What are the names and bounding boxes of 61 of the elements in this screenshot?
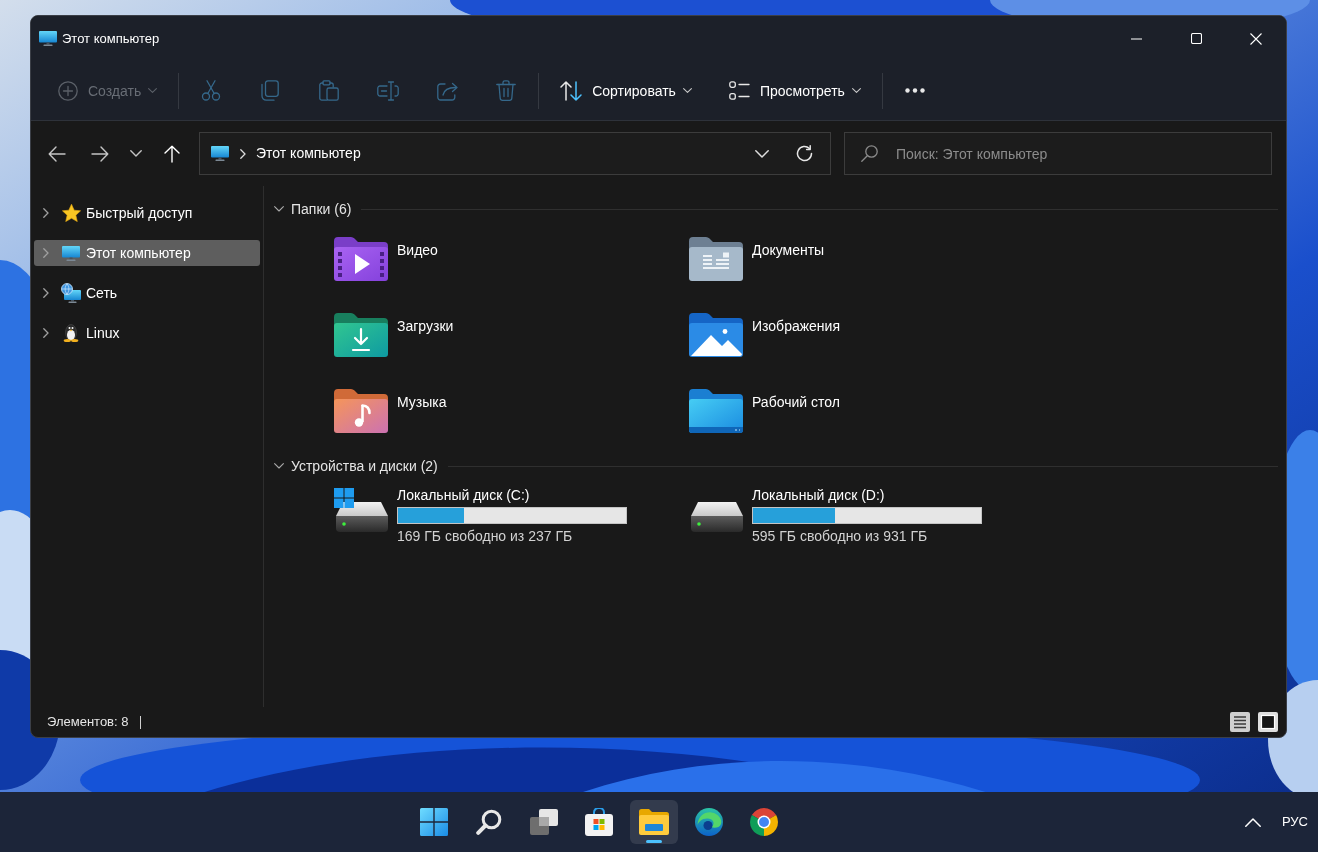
clipboard-icon (319, 80, 340, 101)
back-arrow-icon (48, 145, 66, 162)
star-icon (61, 204, 81, 222)
folder-label[interactable]: Рабочий стол (752, 393, 840, 411)
text-cursor-icon (377, 80, 400, 101)
item-count: Элементов: 8 (47, 713, 129, 732)
document-folder-icon (689, 237, 743, 281)
up-down-arrows-icon (560, 80, 583, 101)
copy-icon (261, 80, 280, 101)
group-header[interactable]: Папки (6) (291, 198, 352, 220)
folder-label[interactable]: Загрузки (397, 317, 454, 335)
sidebar-item[interactable]: Этот компьютер (34, 240, 260, 266)
hard-drive-icon (689, 502, 745, 532)
details-view-button[interactable] (1230, 712, 1250, 732)
chevron-down-icon (755, 149, 769, 158)
computer-icon (211, 146, 229, 161)
trash-icon (496, 80, 517, 101)
group-header[interactable]: Устройства и диски (2) (291, 455, 438, 477)
forward-arrow-icon (91, 145, 109, 162)
more-icon (904, 88, 925, 93)
language-indicator[interactable]: РУС (1281, 812, 1308, 832)
list-lines-icon (1230, 712, 1250, 732)
system-drive-icon (334, 488, 390, 534)
search-field[interactable]: Поиск: Этот компьютер (844, 132, 1272, 175)
up-arrow-icon (164, 144, 180, 163)
share-icon (436, 80, 458, 101)
search-icon (861, 145, 878, 162)
list-icon (728, 81, 750, 100)
video-folder-icon (334, 237, 388, 281)
free-space-text: 595 ГБ свободно из 931 ГБ (752, 527, 928, 545)
running-indicator-icon (646, 840, 662, 843)
download-folder-icon (334, 313, 388, 357)
sort-button[interactable]: Сортировать (551, 70, 701, 111)
breadcrumb[interactable]: Этот компьютер (252, 139, 365, 168)
folder-label[interactable]: Документы (752, 241, 825, 259)
chevron-down-icon (148, 88, 158, 93)
chevron-down-icon (682, 88, 692, 93)
folder-label[interactable]: Видео (397, 241, 438, 259)
refresh-icon (795, 145, 813, 162)
view-button[interactable]: Просмотреть (719, 70, 870, 111)
desktop-folder-icon (689, 389, 743, 433)
plus-circle-icon (58, 80, 78, 101)
sidebar-item[interactable]: Сеть (34, 280, 260, 306)
computer-icon (39, 31, 57, 46)
folder-label[interactable]: Музыка (397, 393, 447, 411)
folder-label[interactable]: Изображения (752, 317, 840, 335)
chevron-up-icon (1244, 817, 1261, 827)
address-bar[interactable]: Этот компьютер (199, 132, 831, 175)
drive-label[interactable]: Локальный диск (C:) (397, 487, 530, 504)
window-title: Этот компьютер (62, 30, 160, 47)
sidebar-item[interactable]: Linux (34, 320, 260, 346)
drive-label[interactable]: Локальный диск (D:) (752, 487, 885, 504)
music-folder-icon (334, 389, 388, 433)
computer-icon (62, 245, 80, 261)
chevron-down-icon (851, 88, 861, 93)
free-space-text: 169 ГБ свободно из 237 ГБ (397, 527, 573, 545)
picture-folder-icon (689, 313, 743, 357)
chevron-down-icon (130, 150, 142, 157)
sidebar-item[interactable]: Быстрый доступ (34, 200, 260, 226)
scissors-icon (201, 80, 222, 101)
chevron-right-icon (240, 148, 246, 159)
